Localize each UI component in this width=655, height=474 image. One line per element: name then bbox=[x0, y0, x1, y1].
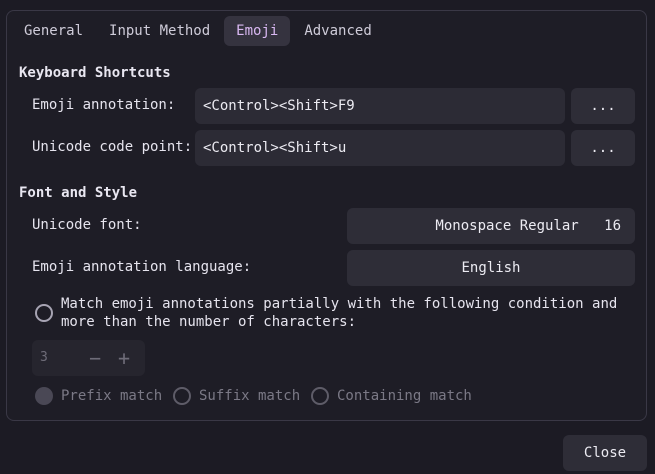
min-chars-spinbutton[interactable]: 3 − + bbox=[32, 340, 145, 376]
unicode-font-label: Unicode font: bbox=[32, 217, 142, 233]
emoji-annotation-edit-button[interactable]: ... bbox=[571, 88, 635, 124]
prefix-match-radio[interactable] bbox=[35, 387, 53, 405]
containing-match-label: Containing match bbox=[337, 388, 472, 404]
partial-match-label: Match emoji annotations partially with t… bbox=[61, 295, 617, 331]
suffix-match-label: Suffix match bbox=[199, 388, 301, 404]
unicode-code-point-shortcut-field[interactable]: <Control><Shift>u bbox=[195, 130, 565, 166]
unicode-code-point-label: Unicode code point: bbox=[32, 139, 193, 155]
tab-advanced[interactable]: Advanced bbox=[292, 16, 383, 46]
annotation-language-label: Emoji annotation language: bbox=[32, 259, 252, 275]
prefix-match-label: Prefix match bbox=[61, 388, 163, 404]
annotation-language-button[interactable]: English bbox=[347, 250, 635, 286]
unicode-font-button[interactable]: Monospace Regular 16 bbox=[347, 208, 635, 244]
decrement-icon[interactable]: − bbox=[89, 340, 101, 376]
min-chars-value[interactable]: 3 bbox=[40, 340, 48, 376]
close-button[interactable]: Close bbox=[563, 435, 647, 471]
font-and-style-heading: Font and Style bbox=[19, 185, 138, 201]
tab-emoji[interactable]: Emoji bbox=[224, 16, 291, 46]
partial-match-label-line1: Match emoji annotations partially with t… bbox=[61, 296, 618, 312]
containing-match-radio[interactable] bbox=[311, 387, 329, 405]
emoji-annotation-shortcut-field[interactable]: <Control><Shift>F9 bbox=[195, 88, 565, 124]
unicode-font-name: Monospace Regular bbox=[435, 218, 579, 234]
tab-bar: General Input Method Emoji Advanced bbox=[12, 16, 384, 46]
increment-icon[interactable]: + bbox=[118, 340, 130, 376]
suffix-match-radio[interactable] bbox=[173, 387, 191, 405]
unicode-code-point-edit-button[interactable]: ... bbox=[571, 130, 635, 166]
unicode-font-size: 16 bbox=[604, 218, 621, 234]
keyboard-shortcuts-heading: Keyboard Shortcuts bbox=[19, 65, 171, 81]
tab-input-method[interactable]: Input Method bbox=[97, 16, 222, 46]
emoji-annotation-label: Emoji annotation: bbox=[32, 97, 176, 113]
tab-general[interactable]: General bbox=[12, 16, 95, 46]
partial-match-label-line2: more than the number of characters: bbox=[61, 314, 357, 330]
partial-match-checkbox[interactable] bbox=[35, 304, 53, 322]
